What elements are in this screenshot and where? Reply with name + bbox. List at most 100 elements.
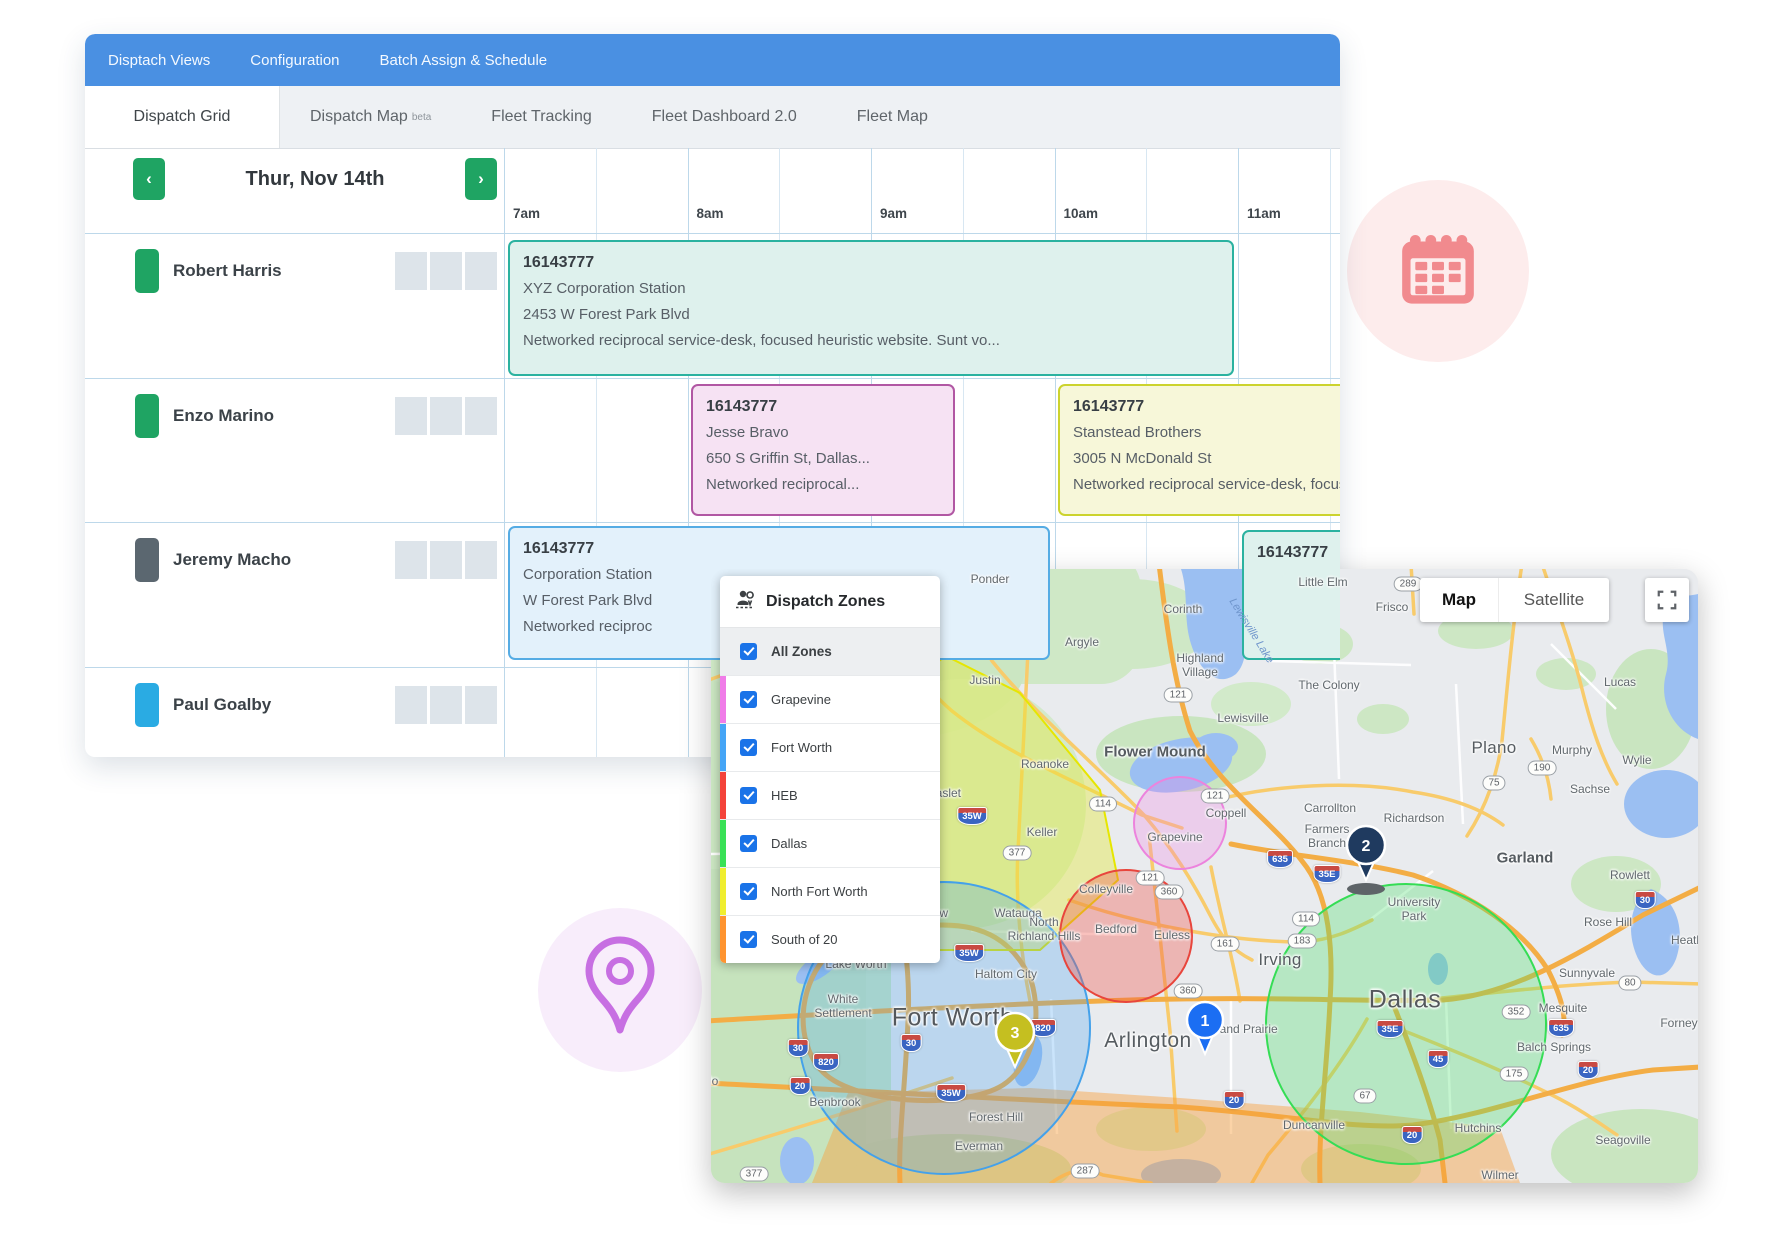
event-detail: 2453 W Forest Park Blvd xyxy=(523,302,1219,328)
map-label-aledo: Aledo xyxy=(711,1075,718,1089)
time-label-8am: 8am xyxy=(697,206,724,221)
tab-fleet-tracking[interactable]: Fleet Tracking xyxy=(461,86,621,148)
map-marker-3[interactable]: 3 xyxy=(991,1008,1039,1087)
map-label-benbrook: Benbrook xyxy=(809,1096,860,1110)
zone-item-south-of-20[interactable]: South of 20 xyxy=(720,916,940,963)
zones-header: Dispatch Zones xyxy=(720,576,940,628)
road-shield-20: 20 xyxy=(1402,1126,1423,1144)
map-label-keller: Keller xyxy=(1027,826,1058,840)
resource-tag xyxy=(135,683,159,727)
svg-text:1: 1 xyxy=(1201,1013,1210,1030)
grid-header: ‹ Thur, Nov 14th › 7am8am9am10am11am xyxy=(85,148,1340,233)
svg-text:3: 3 xyxy=(1011,1025,1020,1042)
zone-checkbox[interactable] xyxy=(740,787,757,804)
road-shield-820: 820 xyxy=(813,1053,839,1071)
next-day-button[interactable]: › xyxy=(465,158,497,200)
event-id: 16143777 xyxy=(523,536,1035,562)
slot-chip xyxy=(430,686,462,724)
decor-calendar-circle xyxy=(1347,180,1529,362)
zone-item-grapevine[interactable]: Grapevine xyxy=(720,676,940,724)
menu-item-batch-assign-schedule[interactable]: Batch Assign & Schedule xyxy=(380,52,548,69)
zone-color-stripe xyxy=(720,676,726,723)
map-marker-1[interactable]: 1 xyxy=(1182,997,1228,1074)
zone-item-dallas[interactable]: Dallas xyxy=(720,820,940,868)
zone-color-stripe xyxy=(720,772,726,819)
zone-checkbox[interactable] xyxy=(740,931,757,948)
road-shield-287: 287 xyxy=(1071,1164,1100,1179)
tab-fleet-map[interactable]: Fleet Map xyxy=(827,86,958,148)
event-id: 16143777 xyxy=(523,250,1219,276)
event-id: 16143777 xyxy=(1257,540,1340,566)
zone-checkbox[interactable] xyxy=(740,739,757,756)
slot-chip xyxy=(395,686,427,724)
menu-item-configuration[interactable]: Configuration xyxy=(250,52,339,69)
zone-item-fort-worth[interactable]: Fort Worth xyxy=(720,724,940,772)
grid-row-line xyxy=(85,522,1340,523)
zone-label: North Fort Worth xyxy=(771,884,868,899)
tab-bar: Dispatch GridDispatch MapbetaFleet Track… xyxy=(85,86,1340,149)
resource-tag xyxy=(135,394,159,438)
zone-item-north-fort-worth[interactable]: North Fort Worth xyxy=(720,868,940,916)
road-shield-190: 190 xyxy=(1528,761,1557,776)
tab-beta-badge: beta xyxy=(412,112,431,123)
fullscreen-button[interactable] xyxy=(1645,578,1689,622)
zones-title: Dispatch Zones xyxy=(766,593,885,611)
map-label-university-park: University Park xyxy=(1388,896,1441,924)
event-id: 16143777 xyxy=(1073,394,1340,420)
map-label-coppell: Coppell xyxy=(1206,807,1247,821)
tab-fleet-dashboard-2-0[interactable]: Fleet Dashboard 2.0 xyxy=(622,86,827,148)
event-detail: Networked reciprocal service-desk, focus… xyxy=(523,328,1219,354)
location-pin-icon xyxy=(578,936,662,1045)
event-card[interactable]: 16143777XYZ Corporation Station2453 W Fo… xyxy=(508,240,1234,376)
slot-chip xyxy=(395,252,427,290)
road-shield-67: 67 xyxy=(1353,1089,1376,1104)
time-label-10am: 10am xyxy=(1064,206,1099,221)
map-label-irving: Irving xyxy=(1258,950,1301,970)
event-card[interactable]: 16143777Stanstead Brothers3005 N McDonal… xyxy=(1058,384,1340,516)
resource-name: Jeremy Macho xyxy=(173,550,291,570)
zone-item-heb[interactable]: HEB xyxy=(720,772,940,820)
zone-checkbox[interactable] xyxy=(740,835,757,852)
event-detail: Networked reciprocal... xyxy=(706,472,940,498)
decor-pin-circle xyxy=(538,908,702,1072)
zone-checkbox[interactable] xyxy=(740,691,757,708)
event-card[interactable]: 16143777Jesse Bravo650 S Griffin St, Dal… xyxy=(691,384,955,516)
satellite-button[interactable]: Satellite xyxy=(1498,578,1609,622)
zone-checkbox[interactable] xyxy=(740,883,757,900)
zone-color-stripe xyxy=(720,820,726,867)
map-label-everman: Everman xyxy=(955,1140,1003,1154)
map-label-white-settlement: White Settlement xyxy=(814,993,871,1021)
slot-chip xyxy=(465,397,497,435)
slot-chip xyxy=(395,397,427,435)
prev-day-button[interactable]: ‹ xyxy=(133,158,165,200)
tab-dispatch-grid[interactable]: Dispatch Grid xyxy=(85,86,280,148)
road-shield-30: 30 xyxy=(1635,891,1656,909)
road-shield-377: 377 xyxy=(1003,846,1032,861)
road-shield-114: 114 xyxy=(1292,912,1320,927)
resource-name: Paul Goalby xyxy=(173,695,271,715)
slot-chip xyxy=(430,541,462,579)
zone-checkbox[interactable] xyxy=(740,643,757,660)
slot-chip xyxy=(430,397,462,435)
svg-text:2: 2 xyxy=(1362,838,1371,855)
map-label-rose-hill: Rose Hill xyxy=(1584,916,1632,930)
road-shield-161: 161 xyxy=(1211,937,1240,952)
map-button[interactable]: Map xyxy=(1420,578,1498,622)
zones-list: All ZonesGrapevineFort Worth HEB Dallas Nor… xyxy=(720,628,940,963)
menu-bar: Disptach Views Configuration Batch Assign … xyxy=(85,34,1340,86)
road-shield-121: 121 xyxy=(1164,688,1193,703)
tab-dispatch-map[interactable]: Dispatch Mapbeta xyxy=(280,86,461,148)
map-label-wilmer: Wilmer xyxy=(1481,1169,1518,1183)
road-shield-35e: 35E xyxy=(1377,1020,1404,1038)
map-marker-2[interactable]: 2 xyxy=(1342,821,1390,900)
zone-item-all-zones[interactable]: All Zones xyxy=(720,628,940,676)
dispatch-map[interactable]: PonderCorinthLittle ElmFriscoAllenLucasT… xyxy=(711,569,1698,1183)
menu-item-disptach-views[interactable]: Disptach Views xyxy=(108,52,210,69)
resource-tag xyxy=(135,538,159,582)
zone-label: Dallas xyxy=(771,836,807,851)
road-shield-45: 45 xyxy=(1428,1050,1449,1068)
map-label-the-colony: The Colony xyxy=(1298,679,1359,693)
event-detail: 3005 N McDonald St xyxy=(1073,446,1340,472)
zone-label: HEB xyxy=(771,788,798,803)
map-label-justin: Justin xyxy=(969,674,1000,688)
